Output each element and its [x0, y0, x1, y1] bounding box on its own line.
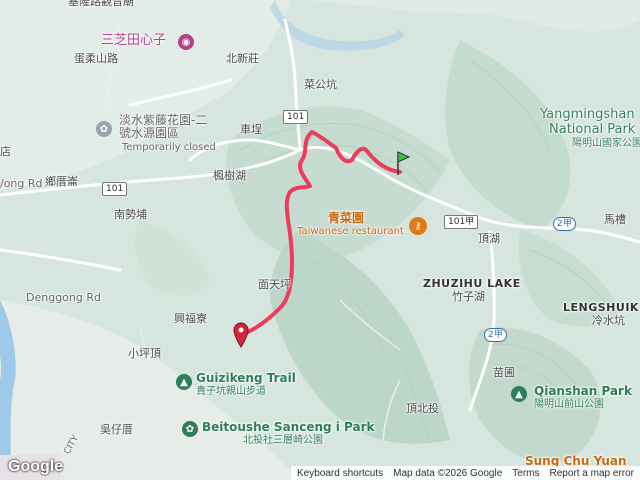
label-dinghu: 頂湖: [478, 232, 500, 245]
label-miaopu: 苗圃: [493, 366, 515, 379]
label-mabu: 馬槽: [604, 213, 626, 226]
poi-beitoushe-label[interactable]: Beitoushe Sanceng i Park: [202, 420, 375, 435]
label-fengshuhu: 楓樹湖: [213, 169, 246, 182]
map-data-text: Map data ©2026 Google: [393, 467, 503, 479]
poi-wisteria-label-2[interactable]: 號水源園區: [119, 126, 179, 141]
map-footer: Google Keyboard shortcuts Map data ©2026…: [0, 458, 640, 480]
tree-icon[interactable]: ▲: [511, 386, 527, 402]
poi-guizikeng-label[interactable]: Guizikeng Trail: [196, 371, 296, 386]
label-nanshipu: 南勢埔: [114, 208, 147, 221]
label-denggong-rd: Denggong Rd: [26, 291, 101, 304]
poi-guizikeng-sub: 貴子坑親山步道: [196, 386, 266, 397]
poi-qianshan-sub: 陽明山前山公園: [534, 399, 604, 410]
label-xingfuliao: 興福寮: [174, 312, 207, 325]
end-pin-icon[interactable]: [233, 322, 249, 348]
label-caigongkeng: 菜公坑: [304, 78, 337, 91]
poi-qianshan-label[interactable]: Qianshan Park: [534, 384, 632, 399]
label-left-ong-rd: /ong Rd: [0, 177, 43, 190]
label-left-dian: 店: [0, 145, 11, 158]
map-canvas[interactable]: 基隆路觀音廟 蛋柔山路 北新莊 菜公坑 車埕 楓樹湖 南勢埔 鄉厝崙 Dengg…: [0, 0, 640, 480]
poi-yangmingshan-label-2[interactable]: National Park: [549, 122, 635, 138]
label-chepu: 車埕: [240, 123, 262, 136]
label-zhuzihu-lake: ZHUZIHU LAKE: [423, 277, 521, 290]
label-lengshuikeng: LENGSHUIKENG: [563, 301, 640, 314]
poi-qingcaiyuan-sub: Taiwanese restaurant: [297, 226, 404, 237]
label-lengshuikeng-zh: 冷水坑: [592, 314, 625, 327]
label-beixinzhuang: 北新莊: [226, 52, 259, 65]
trail-icon[interactable]: ▲: [176, 374, 192, 390]
poi-qingcaiyuan-label[interactable]: 青菜園: [328, 211, 364, 226]
label-dingbeitou: 頂北投: [406, 402, 439, 415]
poi-yangmingshan-label-1[interactable]: Yangmingshan: [540, 107, 635, 123]
park-icon[interactable]: ✿: [182, 421, 198, 437]
start-flag-icon[interactable]: [394, 150, 410, 176]
poi-yangmingshan-sub: 陽明山國家公園: [572, 138, 640, 149]
poi-sanzhitian-label[interactable]: 三芝田心子: [101, 33, 166, 49]
google-logo: Google: [8, 458, 64, 475]
route-101-shield-c: 101甲: [444, 215, 479, 229]
route-2-shield-a: 2甲: [553, 217, 576, 231]
route-101-shield-b: 101: [102, 182, 128, 196]
poi-wisteria-status: Temporarily closed: [122, 142, 216, 153]
camera-icon[interactable]: ◉: [178, 34, 194, 50]
flower-icon[interactable]: ✿: [96, 121, 112, 137]
poi-beitoushe-sub: 北投社三層崎公園: [243, 435, 323, 446]
label-xiaopingding: 小坪頂: [128, 347, 161, 360]
report-error-link[interactable]: Report a map error: [550, 468, 634, 479]
terms-link[interactable]: Terms: [512, 468, 539, 479]
label-road: 蛋柔山路: [74, 52, 118, 65]
route-101-shield-a: 101: [283, 110, 309, 124]
attribution-bar: Keyboard shortcuts Map data ©2026 Google…: [290, 466, 640, 480]
label-wuzicuo: 吳仔厝: [100, 423, 133, 436]
route-2-shield-b: 2甲: [484, 328, 507, 342]
label-top-left: 基隆路觀音廟: [68, 0, 134, 8]
keyboard-shortcuts-link[interactable]: Keyboard shortcuts: [297, 468, 383, 479]
label-zhuzihu-zh: 竹子湖: [452, 290, 485, 303]
label-mianyinping: 面天坪: [258, 278, 291, 291]
label-jun-ma: 鄉厝崙: [45, 175, 78, 188]
restaurant-icon[interactable]: ⚷: [409, 217, 427, 235]
